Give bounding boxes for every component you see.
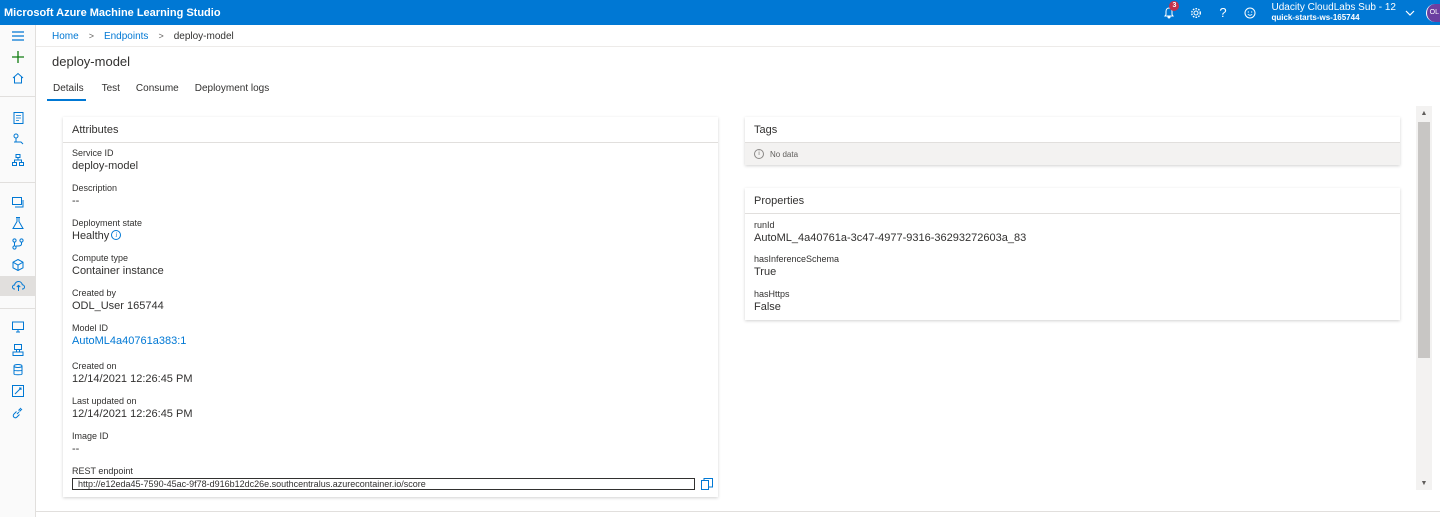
model-id-label: Model ID	[72, 323, 109, 333]
service-id-label: Service ID	[72, 148, 114, 158]
vertical-scrollbar[interactable]: ▲ ▼	[1416, 106, 1432, 490]
gear-icon[interactable]	[1182, 0, 1209, 25]
chevron-down-icon[interactable]	[1400, 10, 1420, 16]
page-title: deploy-model	[52, 54, 131, 69]
designer-icon[interactable]	[3, 150, 33, 170]
tags-header: Tags	[745, 117, 1400, 143]
chevron-right-icon: >	[158, 31, 164, 41]
last-updated-label: Last updated on	[72, 396, 137, 406]
notification-badge: 3	[1169, 1, 1180, 11]
rest-endpoint-input[interactable]: http://e12eda45-7590-45ac-9f78-d916b12dc…	[72, 478, 695, 490]
avatar[interactable]: OL	[1426, 3, 1440, 22]
endpoints-icon[interactable]	[0, 276, 36, 296]
rest-endpoint-label: REST endpoint	[72, 466, 133, 476]
model-id-link[interactable]: AutoML4a40761a383:1	[72, 335, 186, 347]
datasets-icon[interactable]	[3, 192, 33, 212]
bell-icon[interactable]: 3	[1155, 0, 1182, 25]
created-by-value: ODL_User 165744	[72, 300, 164, 312]
service-id-value: deploy-model	[72, 160, 139, 172]
compute-icon[interactable]	[3, 317, 33, 337]
breadcrumb-current: deploy-model	[173, 30, 234, 42]
notebook-icon[interactable]	[3, 108, 33, 128]
linked-services-icon[interactable]	[3, 403, 33, 423]
has-inference-schema-label: hasInferenceSchema	[754, 254, 840, 264]
copy-icon[interactable]	[701, 478, 713, 490]
deployment-state-value: Healthy	[72, 230, 110, 242]
image-id-field: Image ID --	[63, 431, 109, 455]
description-label: Description	[72, 183, 118, 193]
tab-consume[interactable]: Consume	[136, 82, 179, 101]
tab-test[interactable]: Test	[102, 82, 120, 101]
app-title[interactable]: Microsoft Azure Machine Learning Studio	[0, 7, 221, 19]
left-nav	[0, 25, 36, 517]
help-icon[interactable]: ?	[1209, 0, 1236, 25]
workspace-name: quick-starts-ws-165744	[1271, 12, 1360, 22]
created-on-field: Created on 12/14/2021 12:26:45 PM	[63, 361, 192, 385]
has-inference-schema-field: hasInferenceSchema True	[745, 254, 839, 278]
run-id-label: runId	[754, 220, 775, 230]
has-https-value: False	[754, 301, 781, 313]
plus-icon[interactable]	[3, 47, 33, 67]
footer-divider	[36, 511, 1440, 512]
scroll-thumb[interactable]	[1418, 122, 1430, 358]
breadcrumb: Home > Endpoints > deploy-model	[52, 28, 234, 44]
smiley-icon[interactable]	[1236, 0, 1263, 25]
attributes-header: Attributes	[63, 117, 718, 143]
data-labeling-icon[interactable]	[3, 381, 33, 401]
scroll-down-icon[interactable]: ▼	[1416, 476, 1432, 490]
compute-type-value: Container instance	[72, 265, 164, 277]
automl-icon[interactable]	[3, 129, 33, 149]
breadcrumb-home[interactable]: Home	[52, 31, 79, 42]
no-data-text: No data	[770, 149, 799, 159]
tab-bar: Details Test Consume Deployment logs	[47, 82, 285, 101]
info-icon: i	[754, 149, 764, 159]
service-id-field: Service ID deploy-model	[63, 148, 138, 172]
compute-type-field: Compute type Container instance	[63, 253, 164, 277]
created-on-value: 12/14/2021 12:26:45 PM	[72, 373, 193, 385]
has-https-label: hasHttps	[754, 289, 790, 299]
deployment-state-label: Deployment state	[72, 218, 143, 228]
tab-details[interactable]: Details	[47, 82, 86, 101]
description-value: --	[72, 195, 80, 207]
created-by-label: Created by	[72, 288, 117, 298]
last-updated-field: Last updated on 12/14/2021 12:26:45 PM	[63, 396, 192, 420]
properties-header: Properties	[745, 188, 1400, 214]
home-icon[interactable]	[3, 68, 33, 88]
has-https-field: hasHttps False	[745, 289, 790, 313]
pipelines-icon[interactable]	[3, 234, 33, 254]
models-icon[interactable]	[3, 255, 33, 275]
description-field: Description --	[63, 183, 117, 207]
rest-endpoint-field: REST endpoint	[63, 466, 133, 476]
image-id-label: Image ID	[72, 431, 109, 441]
account-name: Udacity CloudLabs Sub - 12	[1271, 1, 1396, 13]
compute-type-label: Compute type	[72, 253, 129, 263]
has-inference-schema-value: True	[754, 266, 777, 278]
created-by-field: Created by ODL_User 165744	[63, 288, 164, 312]
top-bar: Microsoft Azure Machine Learning Studio …	[0, 0, 1440, 25]
image-id-value: --	[72, 443, 80, 455]
hamburger-menu-icon[interactable]	[3, 26, 33, 46]
account-info[interactable]: Udacity CloudLabs Sub - 12 quick-starts-…	[1263, 1, 1400, 23]
breadcrumb-endpoints[interactable]: Endpoints	[104, 31, 148, 42]
top-bar-actions: 3 ? Udacity CloudLabs Sub - 12 quick-sta…	[1155, 0, 1440, 25]
deployment-state-field: Deployment state Healthy i	[63, 218, 142, 242]
experiments-icon[interactable]	[3, 213, 33, 233]
tags-card: Tags i No data	[745, 117, 1400, 165]
breadcrumb-divider	[36, 46, 1440, 47]
scroll-up-icon[interactable]: ▲	[1416, 106, 1432, 120]
chevron-right-icon: >	[88, 31, 94, 41]
datastores-icon[interactable]	[3, 360, 33, 380]
tab-deployment-logs[interactable]: Deployment logs	[195, 82, 269, 101]
tags-empty-state: i No data	[745, 143, 1400, 165]
created-on-label: Created on	[72, 361, 117, 371]
properties-card: Properties	[745, 188, 1400, 320]
environments-icon[interactable]	[3, 340, 33, 360]
last-updated-value: 12/14/2021 12:26:45 PM	[72, 408, 193, 420]
run-id-field: runId AutoML_4a40761a-3c47-4977-9316-362…	[745, 220, 1026, 244]
run-id-value: AutoML_4a40761a-3c47-4977-9316-362932726…	[754, 232, 1027, 244]
info-icon[interactable]: i	[111, 230, 122, 240]
model-id-field: Model ID AutoML4a40761a383:1	[63, 323, 186, 347]
deployment-state-row: Healthy i	[72, 230, 142, 242]
